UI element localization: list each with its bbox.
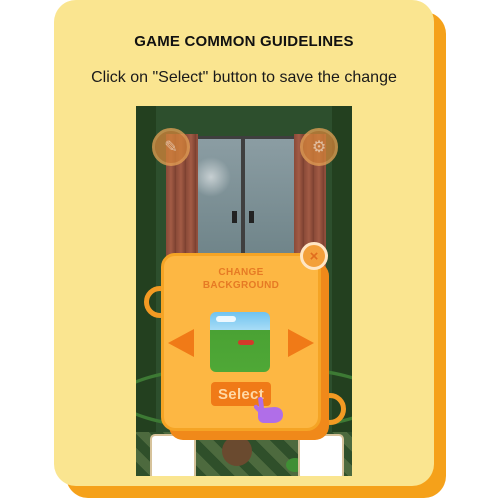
window-divider [241, 139, 245, 257]
flashcard-right [298, 434, 344, 476]
gear-icon[interactable]: ⚙ [300, 128, 338, 166]
card-title: GAME COMMON GUIDELINES [134, 33, 354, 50]
preview-object [238, 340, 254, 345]
room-window [182, 136, 306, 260]
edit-icon[interactable]: ✎ [152, 128, 190, 166]
flashcard-left [150, 434, 196, 476]
pointer-hand-icon [253, 396, 283, 423]
preview-cloud [216, 316, 236, 322]
close-x-icon[interactable]: × [300, 242, 328, 270]
dialog-title-line1: CHANGE [218, 267, 264, 278]
instruction-text: Click on "Select" button to save the cha… [91, 69, 397, 86]
dialog-title: CHANGE BACKGROUND [164, 266, 318, 292]
arrow-left-icon[interactable] [168, 329, 194, 357]
window-handle-left [232, 211, 237, 223]
arrow-right-icon[interactable] [288, 329, 314, 357]
character-avatar [222, 436, 252, 466]
dialog-title-line2: BACKGROUND [202, 280, 280, 291]
window-handle-right [249, 211, 254, 223]
background-preview [210, 312, 270, 372]
